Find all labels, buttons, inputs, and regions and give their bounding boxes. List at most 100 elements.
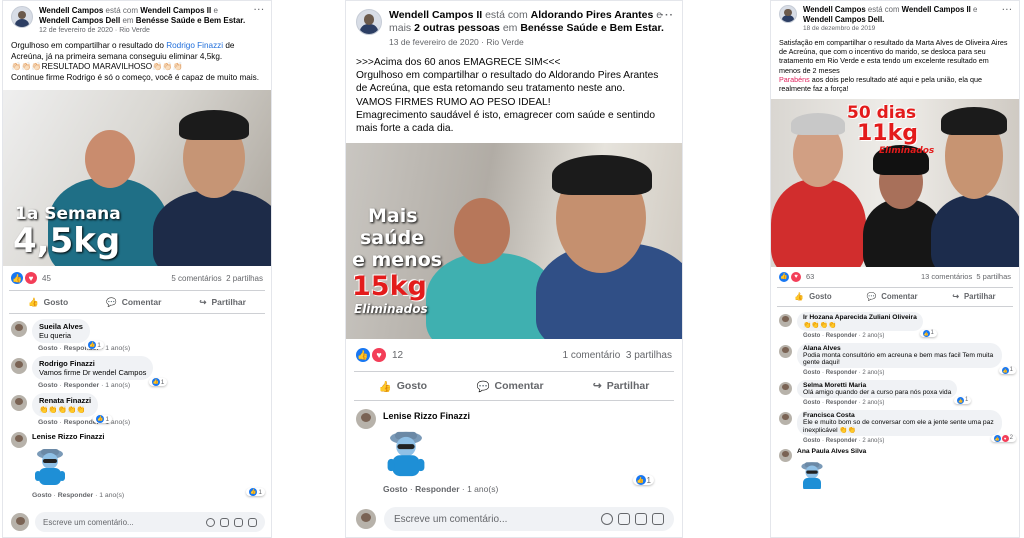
group-link[interactable]: Benésse Saúde e Bem Estar	[136, 16, 243, 25]
commenter-name[interactable]: Lenise Rizzo Finazzi	[383, 411, 672, 421]
commenter-avatar[interactable]	[779, 448, 792, 462]
comment-reaction-count[interactable]: 👍 1	[246, 488, 265, 497]
tagged-person[interactable]: Wendell Campos Dell	[803, 15, 882, 24]
post-photo[interactable]: Mais saúde e menos 15kg Eliminados	[346, 143, 682, 340]
share-button[interactable]: ↪ Partilhar	[199, 297, 246, 308]
post-place[interactable]: Rio Verde	[486, 37, 523, 47]
comment-count[interactable]: 13 comentários	[921, 272, 972, 281]
commenter-avatar[interactable]	[779, 411, 792, 425]
comment-button[interactable]: 💬 Comentar	[476, 380, 543, 393]
commenter-name[interactable]: Rodrigo Finazzi	[39, 359, 146, 368]
post-photo[interactable]: 1a Semana 4,5kg	[3, 90, 271, 267]
commenter-avatar[interactable]	[779, 344, 792, 358]
comment-like-link[interactable]: Gosto	[803, 400, 820, 406]
comment-reaction-count[interactable]: 👍 1	[93, 415, 113, 424]
tagged-person[interactable]: Wendell Campos II	[140, 6, 211, 15]
post-place[interactable]: Rio Verde	[119, 27, 150, 34]
comment-like-link[interactable]: Gosto	[803, 370, 820, 376]
author-name[interactable]: Wendell Campos	[803, 5, 866, 14]
comment-reply-link[interactable]: Responder	[415, 484, 459, 494]
sticker-image[interactable]	[32, 445, 68, 489]
comment-reply-link[interactable]: Responder	[826, 400, 857, 406]
comment-reaction-count[interactable]: 👍 ♥ 2	[990, 434, 1016, 442]
sticker-icon[interactable]	[248, 517, 257, 527]
tagged-link[interactable]: Rodrigo Finazzi	[166, 41, 223, 50]
comment-time[interactable]: 1 ano(s)	[467, 484, 498, 494]
comment-reply-link[interactable]: Responder	[58, 492, 94, 499]
comment-button[interactable]: 💬 Comentar	[106, 297, 161, 308]
commenter-avatar[interactable]	[11, 432, 27, 449]
group-link[interactable]: Benésse Saúde e Bem Estar	[520, 22, 661, 34]
share-count[interactable]: 2 partilhas	[226, 274, 263, 283]
commenter-name[interactable]: Selma Moretti Maria	[803, 382, 951, 389]
comment-reaction-count[interactable]: 👍 1	[85, 341, 104, 350]
comment-input[interactable]: Escreve um comentário...	[35, 512, 265, 532]
comment-like-link[interactable]: Gosto	[38, 345, 58, 352]
author-name[interactable]: Wendell Campos	[39, 6, 103, 15]
comment-reply-link[interactable]: Responder	[64, 382, 100, 389]
comment-input[interactable]: Escreve um comentário...	[384, 507, 674, 531]
comment-button[interactable]: 💬 Comentar	[866, 292, 917, 301]
comment-time[interactable]: 2 ano(s)	[862, 400, 884, 406]
commenter-name[interactable]: Lenise Rizzo Finazzi	[32, 432, 263, 441]
tagged-person[interactable]: Wendell Campos II	[902, 5, 971, 14]
commenter-avatar[interactable]	[11, 321, 27, 338]
commenter-avatar[interactable]	[11, 358, 27, 375]
share-count[interactable]: 3 partilhas	[626, 350, 672, 361]
share-count[interactable]: 5 partilhas	[976, 272, 1011, 281]
author-avatar[interactable]	[11, 6, 33, 28]
comment-reaction-count[interactable]: 👍 1	[632, 475, 654, 486]
sticker-image[interactable]	[383, 427, 429, 481]
post-date[interactable]: 12 de fevereiro de 2020	[39, 27, 113, 34]
tagged-person[interactable]: Aldorando Pires Arantes	[531, 9, 654, 21]
commenter-avatar[interactable]	[356, 409, 376, 430]
commenter-avatar[interactable]	[11, 395, 27, 412]
tagged-others-link[interactable]: 2 outras pessoas	[414, 22, 500, 34]
comment-like-link[interactable]: Gosto	[803, 333, 820, 339]
comment-reply-link[interactable]: Responder	[826, 333, 857, 339]
like-button[interactable]: 👍 Gosto	[379, 380, 427, 393]
emoji-icon[interactable]	[601, 513, 613, 525]
more-options-icon[interactable]: ···	[1002, 5, 1013, 14]
more-options-icon[interactable]: ···	[661, 9, 675, 21]
post-date[interactable]: 13 de fevereiro de 2020	[389, 37, 479, 47]
like-button[interactable]: 👍 Gosto	[28, 297, 68, 308]
commenter-name[interactable]: Ir Hozana Aparecida Zuliani Oliveira	[803, 314, 917, 321]
reaction-summary[interactable]: 👍 ♥ 63	[779, 271, 814, 282]
author-avatar[interactable]	[356, 9, 382, 35]
share-button[interactable]: ↪ Partilhar	[952, 292, 995, 301]
like-button[interactable]: 👍 Gosto	[794, 292, 831, 301]
camera-icon[interactable]	[618, 513, 630, 525]
comment-reaction-count[interactable]: 👍 1	[954, 396, 972, 404]
gif-icon[interactable]	[635, 513, 647, 525]
commenter-name[interactable]: Francisca Costa	[803, 412, 996, 419]
comment-time[interactable]: 1 ano(s)	[99, 492, 124, 499]
reaction-summary[interactable]: 👍 ♥ 12	[356, 348, 403, 363]
commenter-name[interactable]: Renata Finazzi	[39, 396, 91, 405]
comment-reaction-count[interactable]: 👍 1	[998, 366, 1016, 374]
post-date[interactable]: 18 de dezembro de 2019	[803, 25, 875, 32]
commenter-name[interactable]: Alana Alves	[803, 345, 996, 352]
comment-time[interactable]: 2 ano(s)	[862, 333, 884, 339]
commenter-name[interactable]: Sueila Alves	[39, 322, 83, 331]
comment-reply-link[interactable]: Responder	[826, 370, 857, 376]
comment-like-link[interactable]: Gosto	[38, 419, 58, 426]
tagged-person[interactable]: Wendell Campos Dell	[39, 16, 120, 25]
comment-time[interactable]: 1 ano(s)	[105, 382, 130, 389]
my-avatar[interactable]	[11, 513, 29, 531]
commenter-avatar[interactable]	[779, 313, 792, 327]
author-avatar[interactable]	[779, 5, 797, 23]
sticker-icon[interactable]	[652, 513, 664, 525]
commenter-avatar[interactable]	[779, 381, 792, 395]
commenter-name[interactable]: Ana Paula Alves Silva	[797, 448, 866, 455]
more-options-icon[interactable]: ···	[254, 5, 265, 14]
emoji-icon[interactable]	[206, 517, 215, 527]
my-avatar[interactable]	[356, 509, 376, 529]
comment-time[interactable]: 1 ano(s)	[105, 345, 130, 352]
comment-count[interactable]: 1 comentário	[562, 350, 620, 361]
comment-count[interactable]: 5 comentários	[171, 274, 221, 283]
gif-icon[interactable]	[234, 517, 243, 527]
comment-time[interactable]: 2 ano(s)	[862, 370, 884, 376]
comment-like-link[interactable]: Gosto	[32, 492, 52, 499]
camera-icon[interactable]	[220, 517, 229, 527]
